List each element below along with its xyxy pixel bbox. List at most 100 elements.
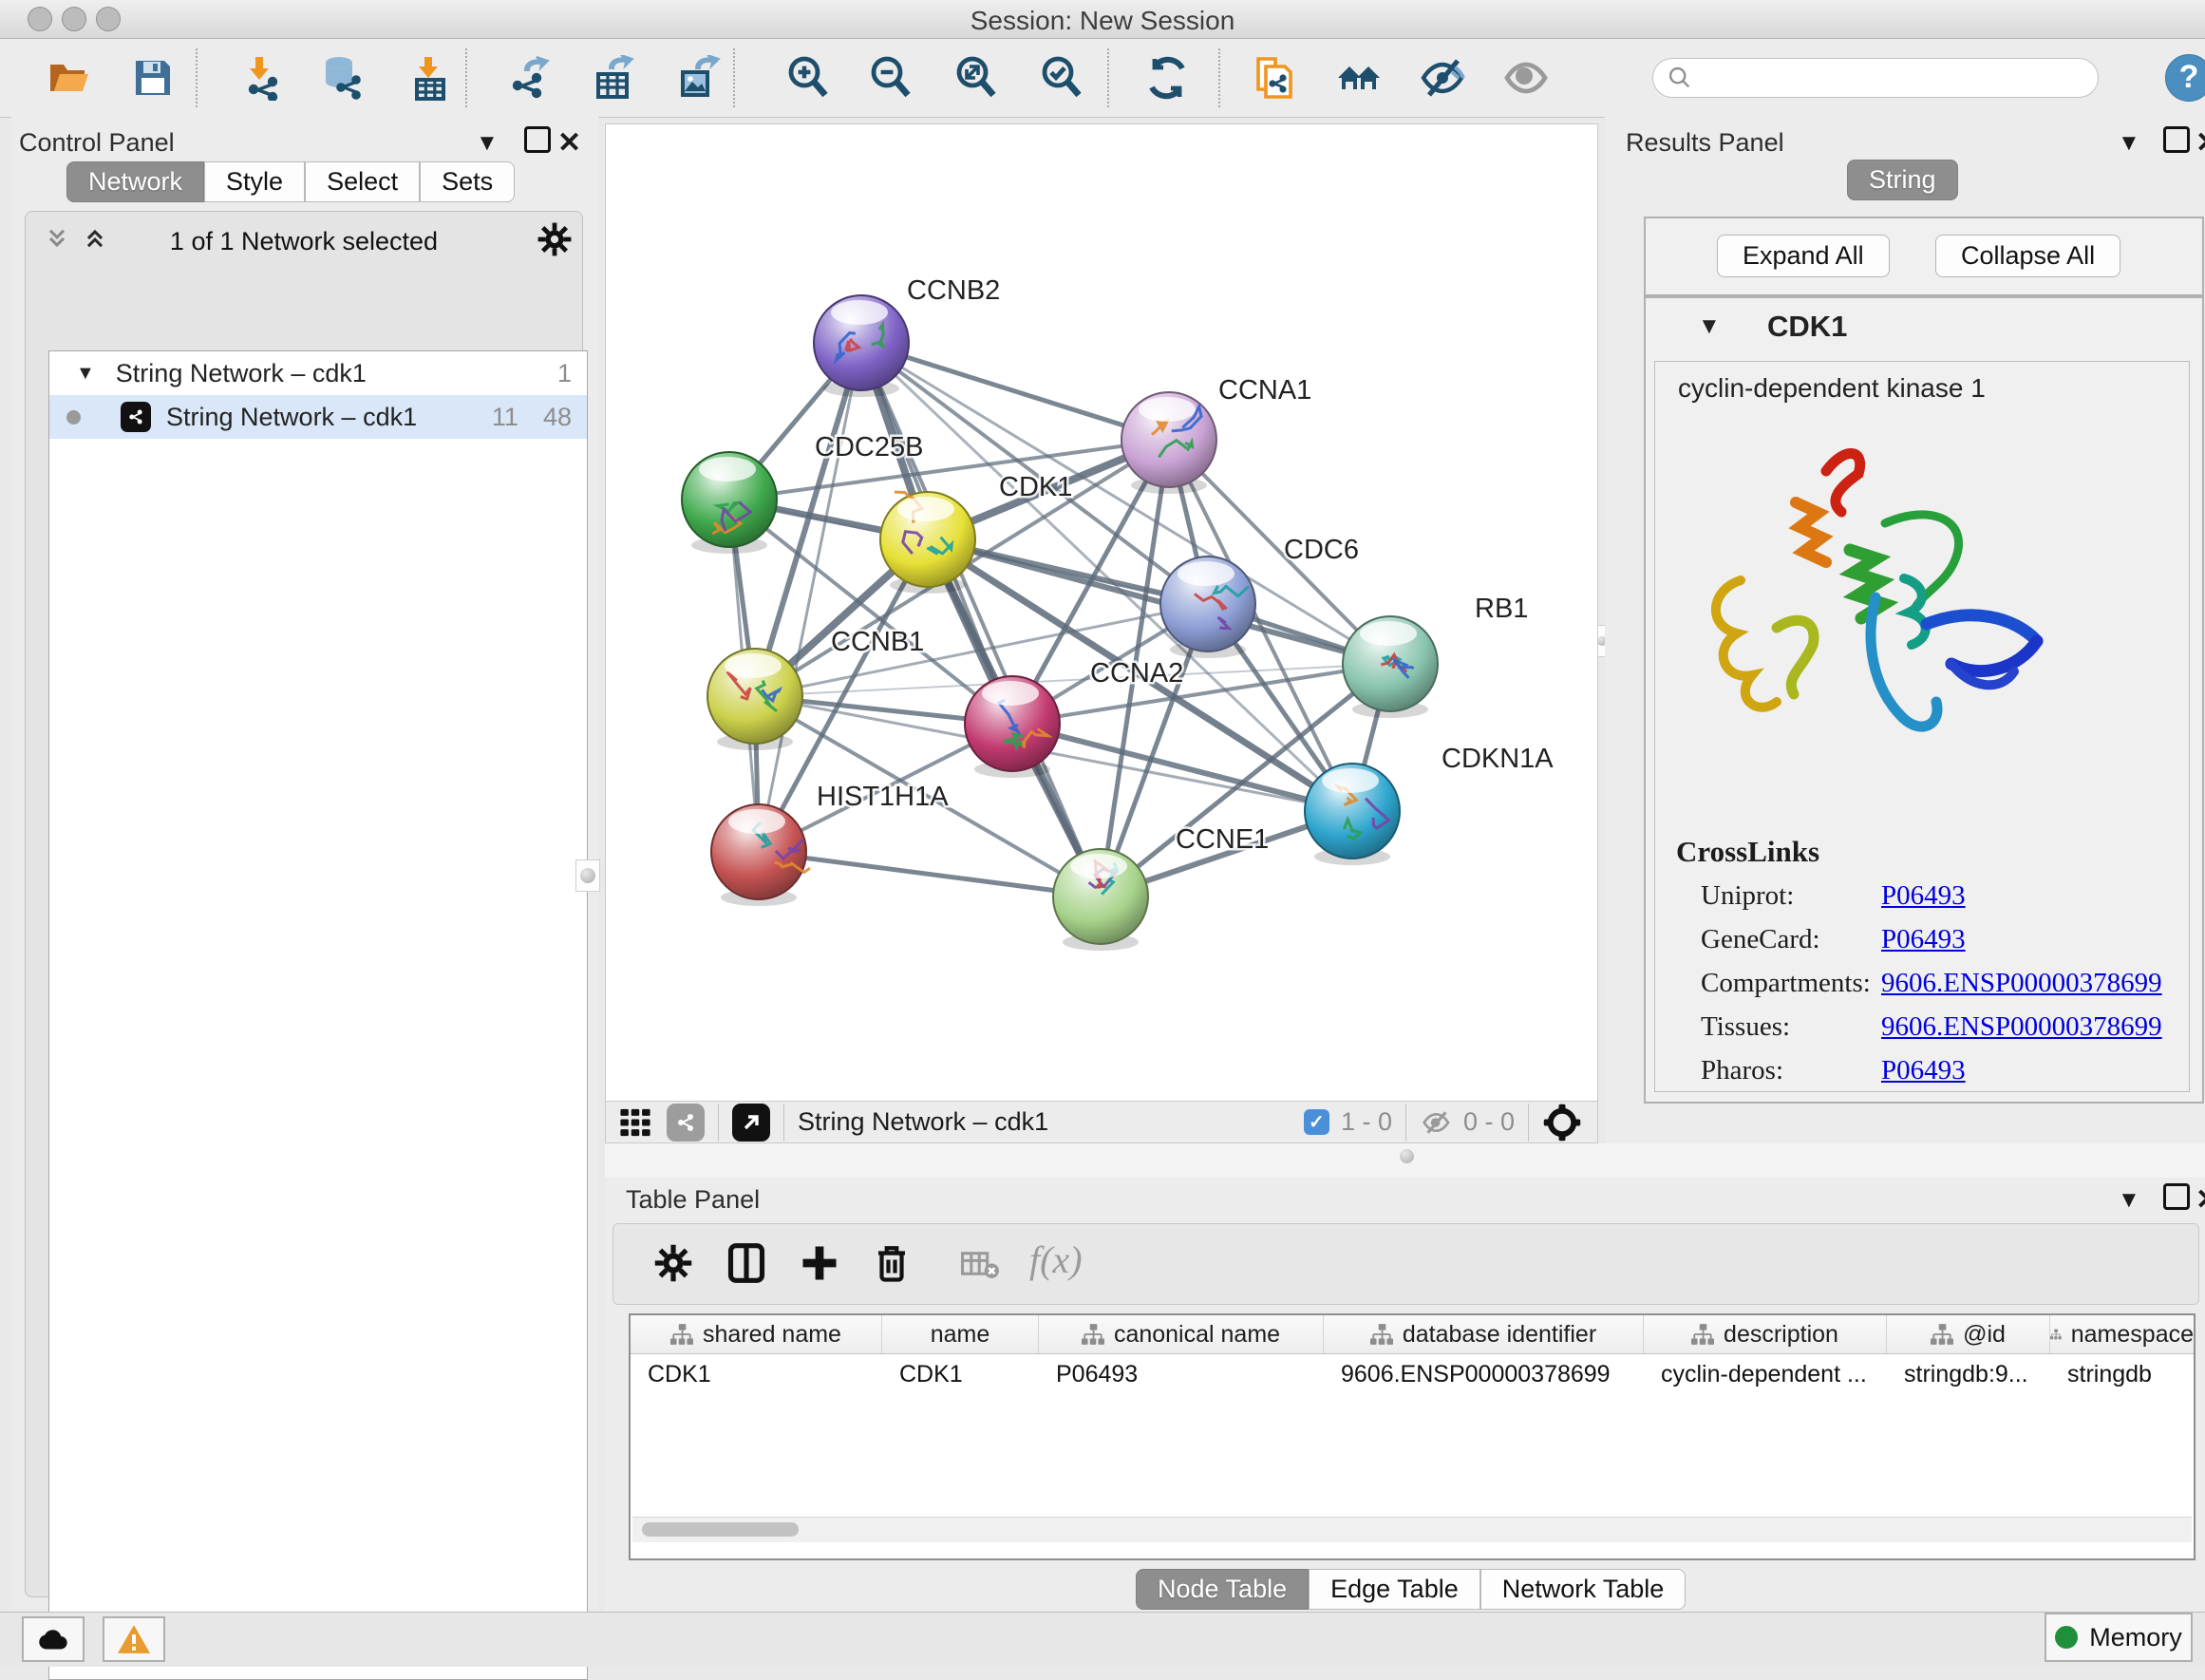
- results-panel-menu-icon[interactable]: ▼: [2118, 130, 2140, 157]
- warning-status-button[interactable]: [103, 1616, 165, 1662]
- zoom-fit-icon[interactable]: [953, 55, 999, 101]
- column-header[interactable]: database identifier: [1324, 1315, 1644, 1353]
- protein-name: CDK1: [1767, 310, 1847, 344]
- table-panel-title: Table Panel: [626, 1185, 760, 1215]
- scrollbar-thumb[interactable]: [642, 1522, 799, 1537]
- crosslink-tissues-link[interactable]: 9606.ENSP00000378699: [1881, 1011, 2162, 1043]
- collapse-all-button[interactable]: Collapse All: [1935, 235, 2120, 277]
- horizontal-splitter-handle[interactable]: [1400, 1149, 1414, 1163]
- show-columns-icon[interactable]: [726, 1241, 767, 1285]
- results-panel-close-icon[interactable]: ✕: [2196, 126, 2205, 160]
- import-table-icon[interactable]: [407, 55, 453, 101]
- node-table: shared name name canonical name database…: [629, 1313, 2196, 1560]
- table-panel-float-icon[interactable]: [2163, 1183, 2190, 1210]
- table-toolbar: f(x): [612, 1223, 2199, 1305]
- table-horizontal-scrollbar[interactable]: [632, 1517, 2192, 1542]
- zoom-in-icon[interactable]: [785, 55, 831, 101]
- save-session-icon[interactable]: [130, 55, 176, 101]
- control-panel-menu-icon[interactable]: ▼: [476, 130, 499, 157]
- expand-all-button[interactable]: Expand All: [1717, 235, 1890, 277]
- search-icon: [1667, 65, 1693, 91]
- import-network-icon[interactable]: [238, 55, 284, 101]
- hidden-counts: 0 - 0: [1463, 1107, 1515, 1137]
- search-input[interactable]: [1652, 58, 2099, 98]
- export-table-icon[interactable]: [591, 55, 636, 101]
- zoom-out-icon[interactable]: [868, 55, 914, 101]
- table-panel-close-icon[interactable]: ✕: [2196, 1183, 2205, 1217]
- tab-string[interactable]: String: [1847, 160, 1958, 200]
- cloud-status-button[interactable]: [22, 1616, 85, 1662]
- tab-sets[interactable]: Sets: [420, 161, 515, 202]
- column-header[interactable]: description: [1644, 1315, 1887, 1353]
- import-network-database-icon[interactable]: [320, 55, 366, 101]
- table-tabs: Node TableEdge TableNetwork Table: [1136, 1569, 1686, 1610]
- table-panel-menu-icon[interactable]: ▼: [2118, 1187, 2140, 1214]
- export-network-icon[interactable]: [506, 55, 552, 101]
- column-header[interactable]: canonical name: [1039, 1315, 1324, 1353]
- tab-network-table[interactable]: Network Table: [1480, 1569, 1687, 1610]
- fit-target-icon[interactable]: [1542, 1103, 1582, 1142]
- open-in-window-icon[interactable]: [732, 1104, 770, 1142]
- left-splitter-handle[interactable]: [575, 859, 600, 892]
- control-panel-close-icon[interactable]: ✕: [557, 126, 581, 160]
- hidden-eye-slash-icon: [1420, 1107, 1454, 1138]
- hierarchy-icon: [1082, 1324, 1104, 1345]
- column-header[interactable]: @id: [1887, 1315, 2050, 1353]
- network-label: String Network – cdk1: [166, 403, 417, 432]
- crosslink-label: Pharos:: [1701, 1055, 1783, 1086]
- tab-style[interactable]: Style: [204, 161, 305, 202]
- network-badge-share-icon[interactable]: [667, 1104, 705, 1142]
- network-list: ▼ String Network – cdk1 1 String Network…: [48, 350, 588, 1680]
- toolbar-separator: [1107, 48, 1109, 107]
- table-gear-icon[interactable]: [653, 1243, 693, 1283]
- collection-expand-icon[interactable]: ▼: [76, 363, 95, 385]
- control-panel-title: Control Panel: [19, 128, 175, 158]
- crosslink-uniprot-link[interactable]: P06493: [1881, 880, 1966, 912]
- crosslink-compartments-link[interactable]: 9606.ENSP00000378699: [1881, 968, 2162, 999]
- memory-button[interactable]: Memory: [2045, 1613, 2193, 1662]
- hierarchy-icon: [2050, 1324, 2062, 1345]
- column-header[interactable]: shared name: [631, 1315, 882, 1353]
- protein-collapse-icon[interactable]: ▼: [1698, 313, 1721, 340]
- add-column-icon[interactable]: [800, 1243, 839, 1283]
- network-collection-row[interactable]: ▼ String Network – cdk1 1: [49, 351, 587, 395]
- selected-checkbox-icon[interactable]: ✓: [1304, 1109, 1329, 1135]
- tab-select[interactable]: Select: [305, 161, 420, 202]
- network-options-gear-icon[interactable]: [537, 221, 573, 257]
- graph-node-label: CDKN1A: [1442, 744, 1554, 774]
- delete-table-icon: [961, 1249, 999, 1281]
- tab-node-table[interactable]: Node Table: [1136, 1569, 1309, 1610]
- control-panel-float-icon[interactable]: [524, 126, 551, 153]
- houses-icon[interactable]: [1336, 55, 1382, 101]
- crosslink-genecard-link[interactable]: P06493: [1881, 924, 1966, 955]
- string-documents-icon[interactable]: [1251, 55, 1296, 101]
- function-builder-icon: f(x): [1029, 1237, 1083, 1282]
- help-button[interactable]: ?: [2165, 54, 2205, 102]
- refresh-icon[interactable]: [1144, 55, 1190, 101]
- hierarchy-icon: [1370, 1324, 1393, 1345]
- zoom-selected-icon[interactable]: [1039, 55, 1084, 101]
- column-header[interactable]: name: [882, 1315, 1039, 1353]
- grid-view-icon[interactable]: [619, 1106, 651, 1139]
- tab-edge-table[interactable]: Edge Table: [1309, 1569, 1480, 1610]
- toolbar-separator: [196, 48, 198, 107]
- tab-network[interactable]: Network: [66, 161, 204, 202]
- open-session-icon[interactable]: [47, 55, 92, 101]
- crosslink-pharos-link[interactable]: P06493: [1881, 1055, 1966, 1086]
- cloud-icon: [36, 1627, 70, 1652]
- results-panel-float-icon[interactable]: [2163, 126, 2190, 153]
- delete-column-icon[interactable]: [872, 1241, 912, 1285]
- network-graph[interactable]: CCNB2CCNA1CDC25BCDK1CDC6RB1CCNB1CCNA2CDK…: [605, 123, 1598, 1102]
- network-row[interactable]: String Network – cdk1 11 48: [49, 395, 587, 439]
- crosslink-label: Tissues:: [1701, 1011, 1790, 1043]
- control-panel: Control Panel ▼ ✕ NetworkStyleSelectSets…: [11, 117, 598, 1610]
- warning-icon: [118, 1625, 150, 1653]
- hide-panels-icon[interactable]: [1420, 55, 1465, 101]
- protein-structure-image: [1684, 428, 2064, 789]
- horizontal-splitter[interactable]: [605, 1143, 2205, 1179]
- show-panels-icon[interactable]: [1503, 55, 1549, 101]
- export-image-icon[interactable]: [675, 55, 721, 101]
- column-header[interactable]: namespace: [2050, 1315, 2194, 1353]
- table-row[interactable]: CDK1 CDK1 P06493 9606.ENSP00000378699 cy…: [631, 1354, 2194, 1394]
- protein-description: cyclin-dependent kinase 1: [1678, 373, 1986, 404]
